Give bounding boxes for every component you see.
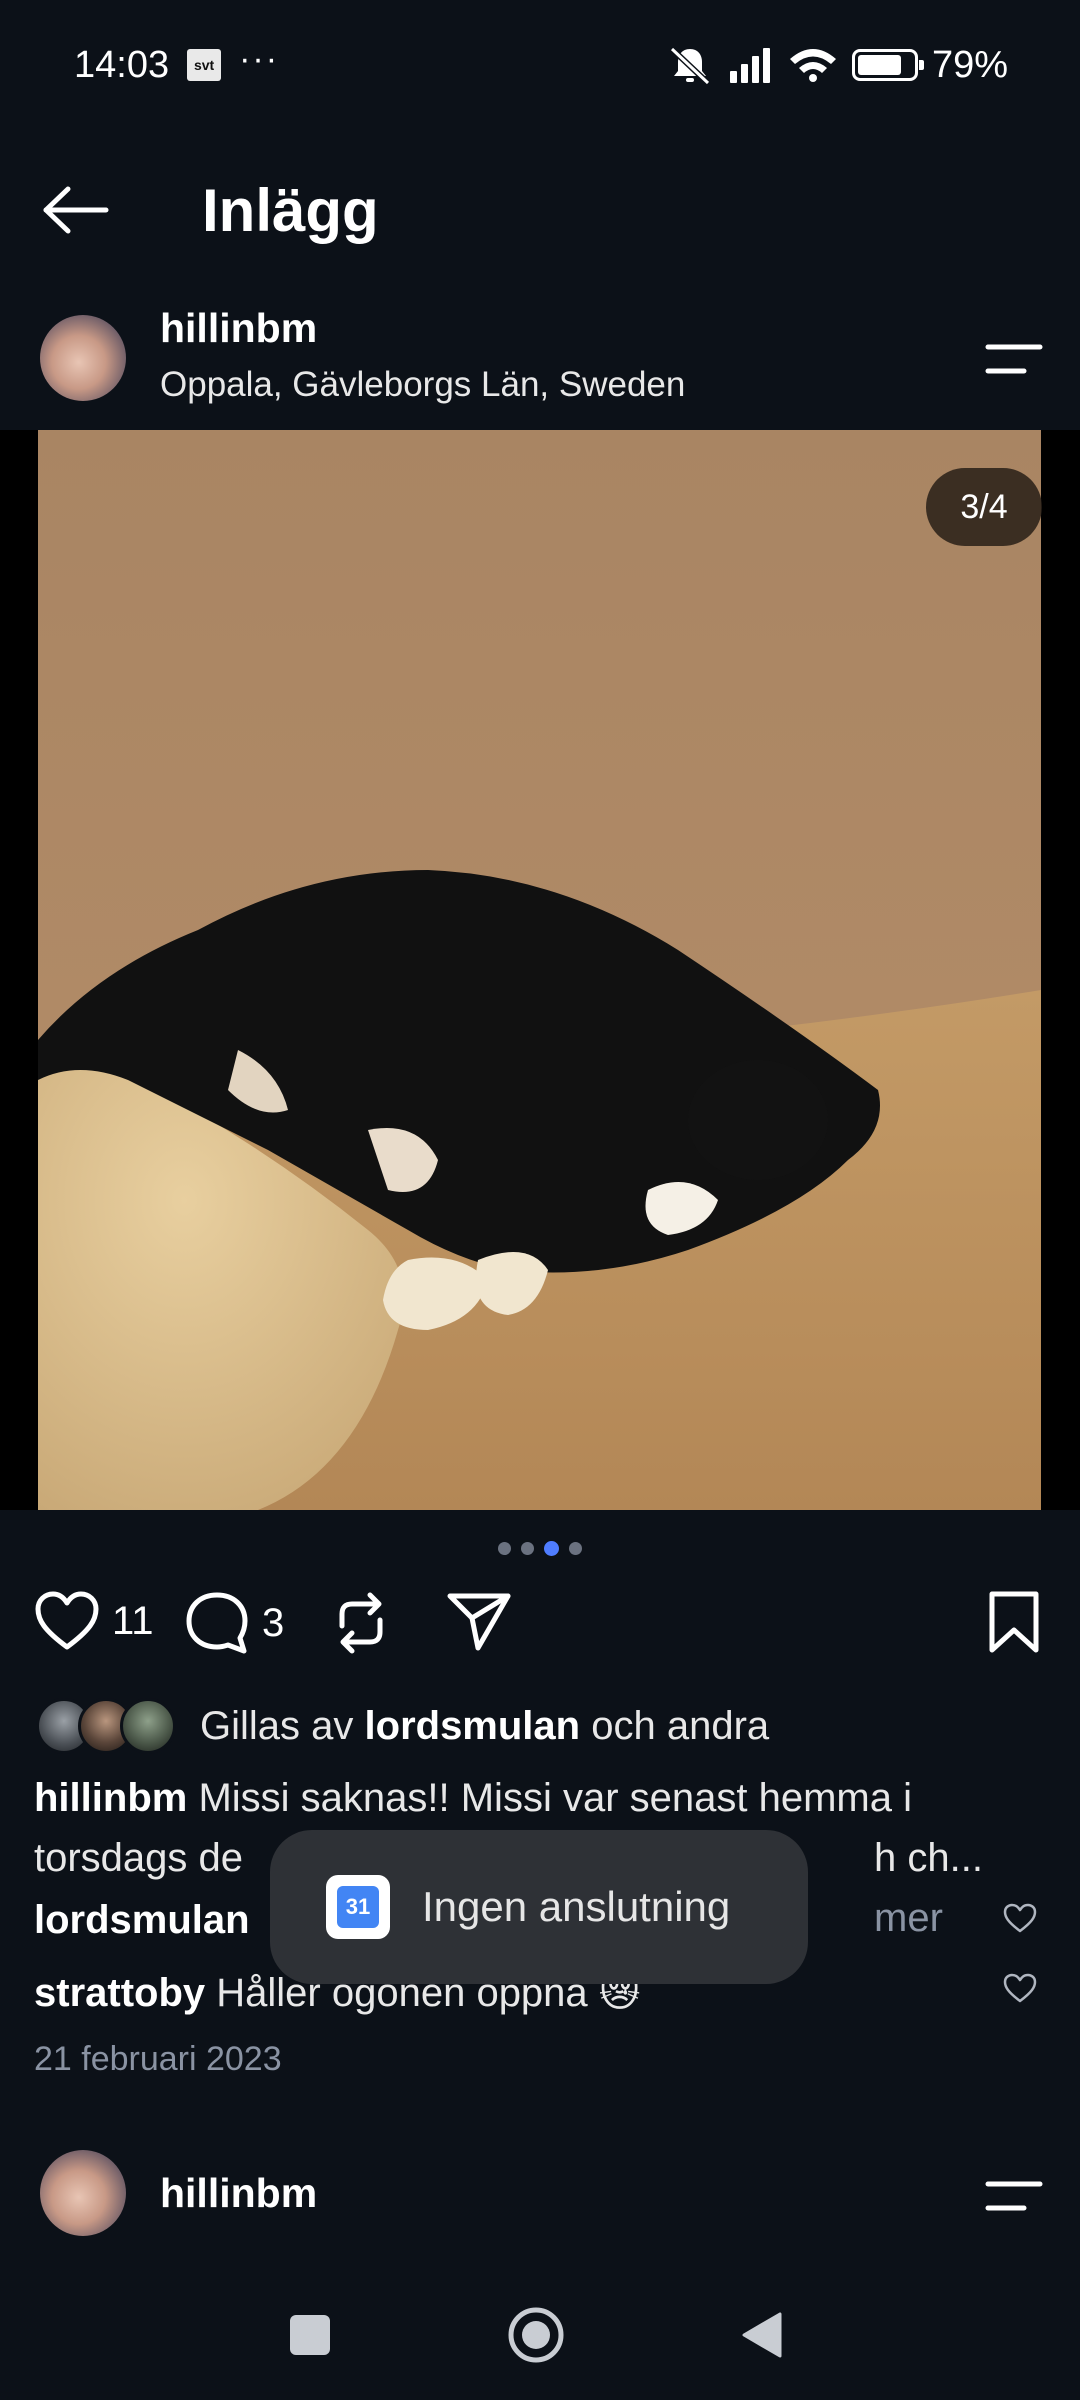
status-bar: 14:03 svt ··· 79% [0, 0, 1080, 130]
liked-by-row[interactable]: Gillas av lordsmulan och andra [36, 1698, 769, 1754]
menu-icon[interactable] [984, 2178, 1044, 2214]
caption-line2: torsdags de [34, 1836, 244, 1880]
comment-like-icon[interactable] [1002, 1902, 1038, 1934]
more-notifications-icon: ··· [239, 39, 280, 78]
repost-button[interactable] [332, 1590, 390, 1656]
status-left: 14:03 svt ··· [74, 40, 279, 87]
system-nav-bar [0, 2270, 1080, 2400]
next-post-username[interactable]: hillinbm [160, 2170, 317, 2217]
avatar[interactable] [40, 315, 126, 401]
save-button[interactable] [986, 1590, 1042, 1659]
square-icon [290, 2315, 330, 2355]
carousel-indicator [0, 1541, 1080, 1556]
clock: 14:03 [74, 43, 170, 86]
home-circle-icon [508, 2307, 564, 2363]
carousel-dot [569, 1542, 582, 1555]
toast-text: Ingen anslutning [422, 1883, 731, 1930]
next-post-header: hillinbm [0, 2150, 1080, 2240]
post-location[interactable]: Oppala, Gävleborgs Län, Sweden [160, 365, 685, 405]
liked-by-user[interactable]: lordsmulan [365, 1704, 581, 1748]
repost-icon [339, 1592, 383, 1654]
page-title: Inlägg [202, 176, 379, 244]
likes-count: 11 [112, 1598, 154, 1643]
post-date: 21 februari 2023 [34, 2040, 282, 2078]
heart-icon [35, 1591, 99, 1650]
carousel-dot [521, 1542, 534, 1555]
liked-by-prefix: Gillas av [200, 1703, 354, 1748]
avatar[interactable] [40, 2150, 126, 2236]
carousel-dot [498, 1542, 511, 1555]
signal-icon [729, 48, 770, 83]
mute-bell-icon [669, 46, 710, 85]
menu-icon[interactable] [984, 341, 1044, 377]
app-bar: Inlägg [0, 150, 1080, 270]
comment-username[interactable]: strattoby [34, 1971, 205, 2015]
comment-icon [186, 1592, 248, 1654]
toast-message: 31 Ingen anslutning [270, 1830, 808, 1984]
bookmark-icon [989, 1591, 1039, 1653]
triangle-back-icon [742, 2312, 782, 2358]
calendar-icon: 31 [326, 1875, 390, 1939]
post-header: hillinbm Oppala, Gävleborgs Län, Sweden [0, 305, 1080, 425]
image-counter-badge: 3/4 [926, 468, 1042, 546]
home-button[interactable] [496, 2300, 576, 2370]
wifi-icon [789, 49, 836, 82]
comment-button[interactable]: 3 [184, 1590, 284, 1656]
battery-icon [851, 49, 924, 81]
calendar-icon-date: 31 [337, 1886, 379, 1928]
like-button[interactable]: 11 [34, 1590, 154, 1652]
liked-by-text: Gillas av lordsmulan och andra [200, 1704, 769, 1749]
back-button[interactable] [40, 180, 120, 240]
battery-level [857, 55, 901, 75]
carousel-dot-active [544, 1541, 559, 1556]
battery-percent: 79% [931, 43, 1008, 86]
post-photo[interactable] [38, 430, 1041, 1510]
post-media[interactable]: 3/4 [0, 430, 1080, 1510]
comments-count: 3 [262, 1600, 285, 1645]
caption-username[interactable]: hillinbm [34, 1776, 187, 1820]
liker-avatar [120, 1698, 176, 1754]
share-button[interactable] [446, 1590, 512, 1652]
recents-button[interactable] [270, 2300, 350, 2370]
arrow-left-icon [43, 186, 109, 234]
comment-username[interactable]: lordsmulan [34, 1898, 250, 1942]
post-username[interactable]: hillinbm [160, 305, 317, 352]
svt-notification-icon: svt [187, 49, 222, 81]
caption-line1: Missi saknas!! Missi var senast hemma i [198, 1776, 912, 1820]
post-actions: 11 3 [0, 1590, 1080, 1670]
comment-like-icon[interactable] [1002, 1972, 1038, 2004]
status-right: 79% [666, 44, 1008, 87]
liked-by-suffix: och andra [591, 1703, 770, 1748]
cat-photo-image [38, 430, 1041, 1510]
send-icon [447, 1593, 511, 1651]
caption-line2-end: h ch... [874, 1836, 983, 1880]
back-nav-button[interactable] [722, 2300, 802, 2370]
